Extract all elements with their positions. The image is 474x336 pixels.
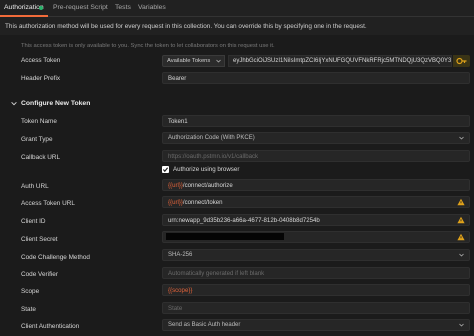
tab-variables[interactable]: Variables <box>138 4 166 11</box>
token-name-input[interactable]: Token1 <box>162 115 470 127</box>
warning-icon <box>457 216 465 224</box>
token-url-path: /connect/token <box>182 199 223 206</box>
url-variable: {{url}} <box>168 182 183 189</box>
authorize-browser-label: Authorize using browser <box>173 166 240 173</box>
header-prefix-input[interactable]: Bearer <box>162 72 470 84</box>
auth-url-input[interactable]: {{url}}/connect/authorize <box>162 179 470 191</box>
client-authentication-select[interactable]: Send as Basic Auth header <box>162 319 470 331</box>
status-dot <box>39 6 43 10</box>
token-hint: This access token is only available to y… <box>21 43 275 49</box>
chevron-down-icon <box>459 136 464 140</box>
tab-bar: Authorization Pre-request Script Tests V… <box>0 0 474 17</box>
client-secret-label: Client Secret <box>21 236 58 243</box>
authorize-browser-checkbox[interactable] <box>162 166 169 173</box>
key-icon[interactable] <box>453 55 470 67</box>
available-tokens-select[interactable]: Available Tokens <box>162 55 225 67</box>
client-id-label: Client ID <box>21 218 46 225</box>
configure-token-heading: Configure New Token <box>21 100 91 107</box>
client-authentication-label: Client Authentication <box>21 323 80 330</box>
client-authentication-value: Send as Basic Auth header <box>168 322 241 328</box>
redacted-secret <box>166 233 284 240</box>
access-token-row: Available Tokens eyJhbGciOiJSUzI1NiIsImt… <box>162 55 470 67</box>
auth-url-path: /connect/authorize <box>182 182 233 189</box>
grant-type-value: Authorization Code (With PKCE) <box>168 135 255 141</box>
code-verifier-input[interactable]: Automatically generated if left blank <box>162 267 470 279</box>
scope-variable: {{scope}} <box>168 287 193 294</box>
callback-url-label: Callback URL <box>21 154 61 161</box>
grant-type-label: Grant Type <box>21 136 53 143</box>
tab-authorization[interactable]: Authorization <box>4 4 44 11</box>
tab-pre-request-script[interactable]: Pre-request Script <box>53 4 108 11</box>
callback-url-input[interactable]: https://oauth.pstmn.io/v1/callback <box>162 150 470 162</box>
warning-icon <box>457 198 465 206</box>
scope-input[interactable]: {{scope}} <box>162 284 470 296</box>
active-tab-indicator <box>0 15 48 17</box>
chevron-down-icon <box>459 253 464 257</box>
chevron-down-icon[interactable] <box>11 100 17 107</box>
chevron-down-icon <box>459 323 464 327</box>
code-challenge-method-label: Code Challenge Method <box>21 254 90 261</box>
access-token-url-label: Access Token URL <box>21 200 75 207</box>
warning-icon <box>457 233 465 241</box>
state-label: State <box>21 306 36 313</box>
access-token-label: Access Token <box>21 57 61 64</box>
description-text: This authorization method will be used f… <box>5 23 367 30</box>
code-challenge-method-value: SHA-256 <box>168 252 193 258</box>
auth-url-label: Auth URL <box>21 183 49 190</box>
code-challenge-method-select[interactable]: SHA-256 <box>162 249 470 261</box>
access-token-url-input[interactable]: {{url}}/connect/token <box>162 196 470 208</box>
url-variable: {{url}} <box>168 199 183 206</box>
access-token-value[interactable]: eyJhbGciOiJSUzI1NiIsImtpZCI6IjYxNUFGQUVF… <box>228 55 452 67</box>
client-id-input[interactable]: urn:newapp_9d35b236-a66a-4677-812b-0408b… <box>162 214 470 226</box>
tab-tests[interactable]: Tests <box>115 4 131 11</box>
chevron-down-icon <box>216 59 221 63</box>
token-name-label: Token Name <box>21 118 57 125</box>
available-tokens-label: Available Tokens <box>167 58 211 64</box>
grant-type-select[interactable]: Authorization Code (With PKCE) <box>162 132 470 144</box>
code-verifier-label: Code Verifier <box>21 271 58 278</box>
scope-label: Scope <box>21 288 40 295</box>
client-id-value: urn:newapp_9d35b236-a66a-4677-812b-0408b… <box>168 217 320 224</box>
checkmark-icon <box>162 167 169 173</box>
header-prefix-label: Header Prefix <box>21 75 61 82</box>
state-input[interactable]: State <box>162 302 470 314</box>
